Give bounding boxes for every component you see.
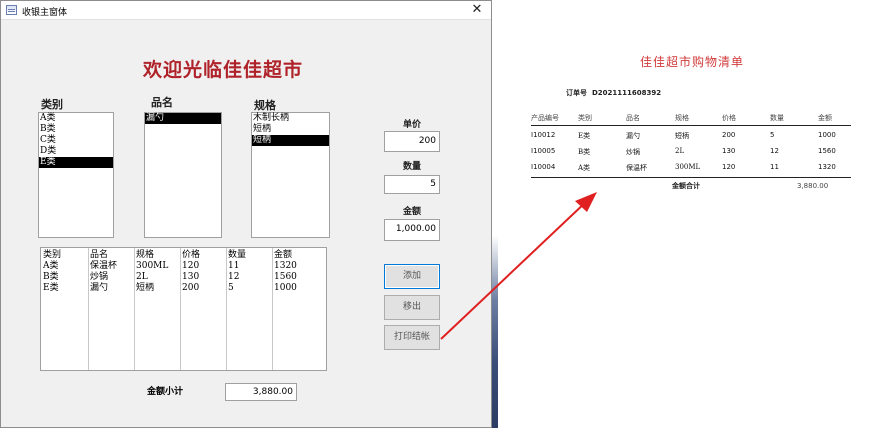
cart-cell: A类 [43,261,59,271]
cart-listbox[interactable]: 类别 品名 规格 价格 数量 金额 A类 保温杯 300ML 120 11 1320 B类 炒锅 2L 130… [40,247,327,371]
product-listbox[interactable]: 漏勺 [144,112,222,238]
cart-cell: 漏勺 [90,283,109,293]
cart-cell: 120 [182,261,200,271]
cart-header-cell: 规格 [136,250,155,260]
category-listbox[interactable]: A类 B类 C类 D类 E类 [38,112,114,238]
receipt-cell: E类 [578,132,591,140]
quantity-label: 数量 [403,162,422,172]
receipt-cell: 200 [722,131,736,139]
receipt-header-cell: 品名 [626,114,640,122]
category-option[interactable]: B类 [39,124,113,135]
amount-label: 金额 [403,207,422,217]
column-divider [226,248,227,370]
cart-cell: 1560 [274,272,297,282]
category-option[interactable]: D类 [39,146,113,157]
welcome-heading: 欢迎光临佳佳超市 [142,59,303,81]
cart-header-cell: 价格 [182,250,201,260]
cart-cell: B类 [43,272,59,282]
receipt-cell: 120 [722,163,736,171]
form-icon [6,5,17,15]
spec-option[interactable]: 木制长柄 [252,113,329,124]
product-label: 品名 [151,96,173,109]
cart-cell: 1000 [274,283,297,293]
cart-header-cell: 品名 [90,250,109,260]
receipt-cell: I10004 [531,163,556,171]
receipt-cell: 漏勺 [626,132,640,140]
receipt-cell: 12 [770,147,779,155]
receipt-cell: 5 [770,131,775,139]
receipt-cell: 1000 [818,131,836,139]
receipt-header-cell: 类别 [578,114,592,122]
cart-cell: 1320 [274,261,297,271]
receipt-header-cell: 数量 [770,114,784,122]
cart-cell: 300ML [136,261,169,271]
add-button[interactable]: 添加 [384,264,440,289]
spec-listbox[interactable]: 木制长柄 短柄 短柄 [251,112,330,238]
quantity-field[interactable]: 5 [384,175,440,194]
column-divider [88,248,89,370]
cart-cell: 11 [228,261,240,271]
receipt-cell: 11 [770,163,779,171]
receipt-cell: A类 [578,164,591,172]
column-divider [134,248,135,370]
category-option[interactable]: C类 [39,135,113,146]
cart-cell: 5 [228,283,234,293]
cart-header-cell: 数量 [228,250,247,260]
remove-button[interactable]: 移出 [384,295,440,320]
order-number-value: D2021111608392 [592,89,662,97]
receipt-cell: 炒锅 [626,148,640,156]
column-divider [180,248,181,370]
category-label: 类别 [41,98,63,111]
receipt-header-cell: 规格 [675,114,689,122]
column-divider [272,248,273,370]
receipt-cell: B类 [578,148,591,156]
receipt-footer-rule [531,177,851,178]
cart-header-cell: 金额 [274,250,293,260]
cart-header-cell: 类别 [43,250,62,260]
cart-cell: 2L [136,272,148,282]
cart-cell: 炒锅 [90,272,109,282]
receipt-cell: 短柄 [675,132,689,140]
receipt-cell: 300ML [675,163,701,171]
close-button[interactable]: ✕ [463,1,491,19]
receipt-header-cell: 产品编号 [531,114,559,122]
product-option[interactable]: 漏勺 [145,113,221,124]
cart-cell: E类 [43,283,59,293]
spec-option[interactable]: 短柄 [252,135,329,146]
window-title: 收银主窗体 [22,8,68,18]
order-number-label: 订单号 [566,88,587,97]
receipt-header-rule [531,125,851,126]
receipt-cell: 1560 [818,147,836,155]
window-titlebar[interactable]: 收银主窗体 ✕ [1,1,491,20]
receipt-cell: 2L [675,147,685,155]
order-number-line: 订单号 D2021111608392 [566,88,661,98]
cart-cell: 130 [182,272,200,282]
receipt-cell: 1320 [818,163,836,171]
receipt-header-cell: 价格 [722,114,736,122]
subtotal-label: 金额小计 [147,387,184,397]
cart-cell: 短柄 [136,283,155,293]
receipt-title: 佳佳超市购物清单 [640,55,745,69]
cart-cell: 12 [228,272,240,282]
receipt-cell: 保温杯 [626,164,647,172]
receipt-cell: I10005 [531,147,556,155]
receipt-total-label: 金额合计 [672,181,700,190]
cart-cell: 保温杯 [90,261,118,271]
amount-field[interactable]: 1,000.00 [384,219,440,241]
cart-cell: 200 [182,283,200,293]
spec-label: 规格 [254,99,276,112]
category-option[interactable]: A类 [39,113,113,124]
spec-option[interactable]: 短柄 [252,124,329,135]
category-option[interactable]: E类 [39,157,113,168]
print-checkout-button[interactable]: 打印结帐 [384,325,440,350]
receipt-cell: I10012 [531,131,556,139]
subtotal-field[interactable]: 3,880.00 [225,383,297,401]
price-field[interactable]: 200 [384,131,440,152]
checkout-window: 收银主窗体 ✕ 欢迎光临佳佳超市 类别 品名 规格 A类 B类 C类 D类 E类 漏勺 … [0,0,492,428]
receipt-header-cell: 金额 [818,114,832,122]
receipt-cell: 130 [722,147,736,155]
receipt-total-value: 3,880.00 [797,182,829,190]
price-label: 单价 [403,120,422,130]
